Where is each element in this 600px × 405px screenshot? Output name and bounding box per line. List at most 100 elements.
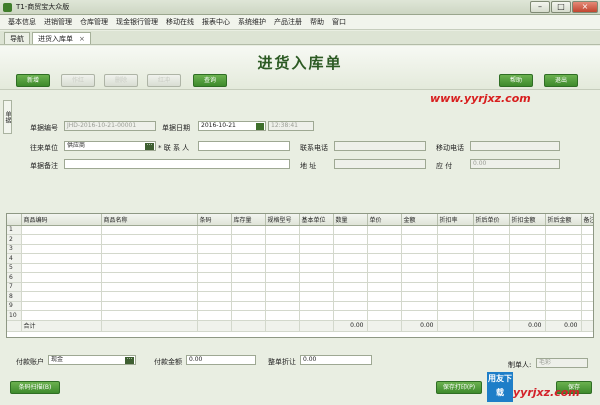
grid-cell[interactable] — [509, 244, 546, 254]
grid-cell[interactable] — [21, 310, 102, 321]
grid-cell[interactable] — [401, 263, 438, 273]
grid-cell[interactable] — [265, 310, 300, 321]
grid-cell[interactable] — [265, 225, 300, 235]
grid-cell[interactable] — [401, 253, 438, 264]
grid-cell[interactable] — [473, 244, 510, 254]
tab-close-icon[interactable]: × — [79, 35, 85, 43]
grid-cell[interactable] — [509, 225, 546, 235]
table-row[interactable]: 2 — [7, 234, 593, 245]
col-discount-amount[interactable]: 折扣金额 — [509, 214, 546, 226]
address-field[interactable] — [334, 159, 426, 169]
grid-cell[interactable] — [581, 282, 593, 292]
menu-purchase-sales[interactable]: 进销管理 — [40, 17, 76, 27]
menu-mobile[interactable]: 移动在线 — [162, 17, 198, 27]
grid-cell[interactable] — [333, 263, 368, 273]
grid-cell[interactable] — [473, 225, 510, 235]
grid-cell[interactable] — [509, 272, 546, 283]
grid-cell[interactable] — [265, 253, 300, 264]
grid-cell[interactable] — [231, 263, 266, 273]
grid-cell[interactable] — [401, 225, 438, 235]
grid-cell[interactable] — [437, 225, 474, 235]
grid-cell[interactable] — [299, 310, 334, 321]
table-row[interactable]: 4 — [7, 253, 593, 264]
table-row[interactable]: 3 — [7, 244, 593, 254]
grid-cell[interactable] — [265, 263, 300, 273]
grid-cell[interactable] — [545, 244, 582, 254]
grid-cell[interactable] — [437, 310, 474, 321]
grid-cell[interactable] — [299, 234, 334, 245]
grid-cell[interactable] — [101, 291, 198, 302]
grid-cell[interactable] — [473, 234, 510, 245]
grid-cell[interactable] — [367, 244, 402, 254]
grid-cell[interactable] — [197, 301, 232, 311]
grid-cell[interactable] — [401, 272, 438, 283]
col-barcode[interactable]: 条码 — [197, 214, 232, 226]
grid-cell[interactable] — [367, 234, 402, 245]
grid-cell[interactable] — [473, 253, 510, 264]
grid-cell[interactable] — [21, 282, 102, 292]
mobile-field[interactable] — [470, 141, 560, 151]
grid-cell[interactable] — [333, 272, 368, 283]
close-button[interactable]: × — [572, 1, 598, 13]
grid-cell[interactable] — [509, 263, 546, 273]
grid-cell[interactable] — [437, 234, 474, 245]
grid-cell[interactable] — [231, 234, 266, 245]
ellipsis-icon[interactable]: ··· — [145, 143, 154, 150]
grid-cell[interactable] — [21, 244, 102, 254]
grid-cell[interactable] — [101, 244, 198, 254]
grid-cell[interactable] — [333, 253, 368, 264]
col-unit[interactable]: 基本单位 — [299, 214, 334, 226]
grid-cell[interactable] — [437, 291, 474, 302]
grid-cell[interactable] — [473, 291, 510, 302]
grid-cell[interactable] — [21, 234, 102, 245]
grid-cell[interactable] — [401, 301, 438, 311]
grid-cell[interactable] — [545, 310, 582, 321]
grid-cell[interactable] — [333, 244, 368, 254]
grid-cell[interactable] — [299, 282, 334, 292]
grid-cell[interactable] — [101, 225, 198, 235]
grid-cell[interactable] — [101, 282, 198, 292]
table-row[interactable]: 9 — [7, 301, 593, 311]
grid-cell[interactable] — [581, 244, 593, 254]
grid-cell[interactable] — [333, 282, 368, 292]
grid-cell[interactable] — [299, 272, 334, 283]
col-spec[interactable]: 规格型号 — [265, 214, 300, 226]
contact-field[interactable] — [198, 141, 290, 151]
grid-cell[interactable] — [299, 291, 334, 302]
tab-purchase-receipt[interactable]: 进货入库单 × — [32, 32, 91, 44]
maximize-button[interactable]: □ — [551, 1, 571, 13]
grid-cell[interactable] — [101, 310, 198, 321]
col-discount-rate[interactable]: 折扣率 — [437, 214, 474, 226]
grid-cell[interactable] — [197, 282, 232, 292]
grid-cell[interactable] — [333, 301, 368, 311]
grid-cell[interactable] — [545, 301, 582, 311]
grid-cell[interactable] — [437, 282, 474, 292]
grid-cell[interactable] — [197, 244, 232, 254]
item-grid[interactable]: 商品编码 商品名称 条码 库存量 规格型号 基本单位 数量 单价 金额 折扣率 … — [6, 213, 594, 338]
grid-cell[interactable] — [367, 225, 402, 235]
grid-cell[interactable] — [101, 234, 198, 245]
help-button[interactable]: 帮助 — [499, 74, 533, 87]
grid-cell[interactable] — [333, 225, 368, 235]
grid-cell[interactable] — [437, 244, 474, 254]
grid-cell[interactable] — [545, 234, 582, 245]
menu-help[interactable]: 帮助 — [306, 17, 328, 27]
grid-cell[interactable] — [101, 253, 198, 264]
discount-field[interactable]: 0.00 — [300, 355, 372, 365]
grid-cell[interactable] — [299, 301, 334, 311]
col-product-name[interactable]: 商品名称 — [101, 214, 198, 226]
grid-cell[interactable] — [437, 253, 474, 264]
grid-cell[interactable] — [401, 291, 438, 302]
col-price[interactable]: 单价 — [367, 214, 402, 226]
pay-account-field[interactable]: 现金 ··· — [48, 355, 136, 365]
copy-red-button[interactable]: 作红 — [61, 74, 95, 87]
menu-register[interactable]: 产品注册 — [270, 17, 306, 27]
grid-cell[interactable] — [367, 282, 402, 292]
grid-cell[interactable] — [299, 263, 334, 273]
grid-cell[interactable] — [545, 263, 582, 273]
grid-cell[interactable] — [231, 282, 266, 292]
grid-cell[interactable] — [509, 310, 546, 321]
calendar-dropdown-icon[interactable] — [256, 123, 264, 130]
grid-cell[interactable] — [101, 272, 198, 283]
grid-cell[interactable] — [231, 225, 266, 235]
